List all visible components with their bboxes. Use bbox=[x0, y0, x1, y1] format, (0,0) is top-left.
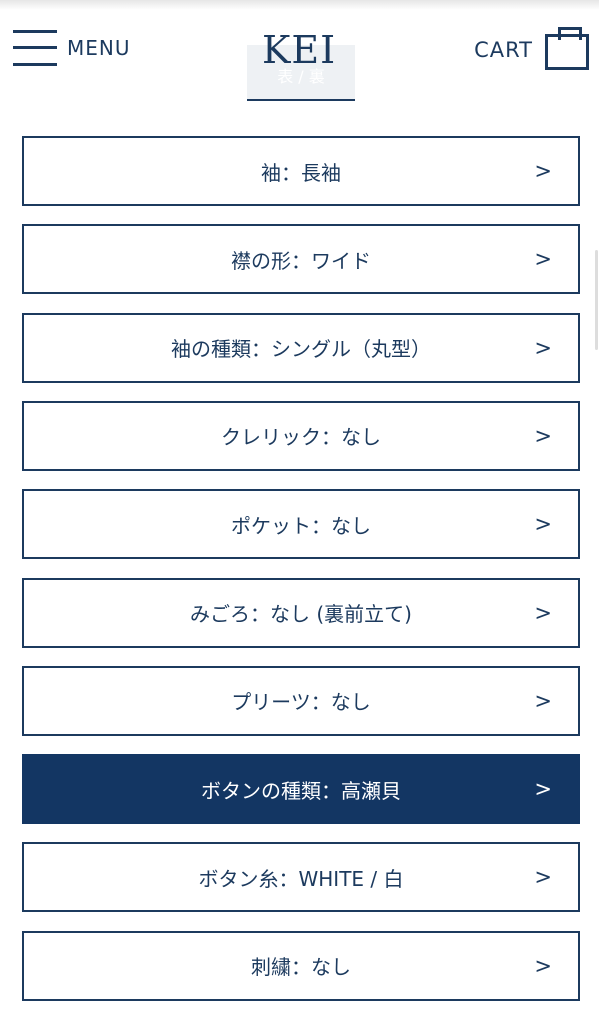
hamburger-icon bbox=[13, 30, 57, 66]
scrollbar[interactable] bbox=[595, 250, 598, 350]
cart-label: CART bbox=[474, 38, 533, 62]
menu-button[interactable]: MENU bbox=[13, 30, 131, 66]
chevron-right-icon: > bbox=[534, 423, 552, 448]
option-row[interactable]: ボタン糸：WHITE / 白 > bbox=[22, 842, 580, 913]
chevron-right-icon: > bbox=[534, 159, 552, 183]
option-label: 袖の種類：シングル（丸型） bbox=[171, 337, 431, 362]
chevron-right-icon: > bbox=[534, 335, 552, 360]
option-label: 袖：長袖 bbox=[261, 160, 341, 185]
option-row[interactable]: 袖：長袖 > bbox=[22, 136, 580, 206]
chevron-right-icon: > bbox=[534, 777, 552, 802]
chevron-right-icon: > bbox=[534, 512, 552, 537]
option-label: ポケット：なし bbox=[231, 513, 371, 538]
menu-label: MENU bbox=[67, 36, 131, 60]
shopping-bag-icon bbox=[545, 27, 589, 70]
option-row[interactable]: ボタンの種類：高瀬貝 > bbox=[22, 754, 580, 825]
chevron-right-icon: > bbox=[534, 865, 552, 890]
option-row[interactable]: プリーツ：なし > bbox=[22, 665, 580, 736]
option-label: プリーツ：なし bbox=[231, 690, 371, 715]
option-label: みごろ：なし (裏前立て) bbox=[190, 602, 412, 626]
option-row[interactable]: クレリック：なし > bbox=[22, 400, 580, 471]
chevron-right-icon: > bbox=[534, 247, 552, 272]
option-row[interactable]: 刺繍：なし > bbox=[22, 930, 580, 1001]
option-label: 襟の形：ワイド bbox=[231, 248, 371, 273]
cart-button[interactable]: CART bbox=[474, 27, 589, 70]
option-label: 刺繍：なし bbox=[251, 955, 351, 980]
option-row[interactable]: ポケット：なし > bbox=[22, 489, 580, 560]
option-label: クレリック：なし bbox=[221, 425, 381, 450]
chevron-right-icon: > bbox=[534, 600, 552, 625]
status-shade bbox=[0, 0, 599, 10]
option-row[interactable]: みごろ：なし (裏前立て) > bbox=[22, 577, 580, 648]
chevron-right-icon: > bbox=[534, 953, 552, 978]
option-label: ボタン糸：WHITE / 白 bbox=[198, 866, 404, 891]
option-row[interactable]: 襟の形：ワイド > bbox=[22, 224, 580, 295]
chevron-right-icon: > bbox=[534, 688, 552, 713]
option-row[interactable]: 袖の種類：シングル（丸型） > bbox=[22, 312, 580, 383]
option-label: ボタンの種類：高瀬貝 bbox=[201, 778, 401, 803]
logo[interactable]: KEI bbox=[262, 28, 336, 72]
